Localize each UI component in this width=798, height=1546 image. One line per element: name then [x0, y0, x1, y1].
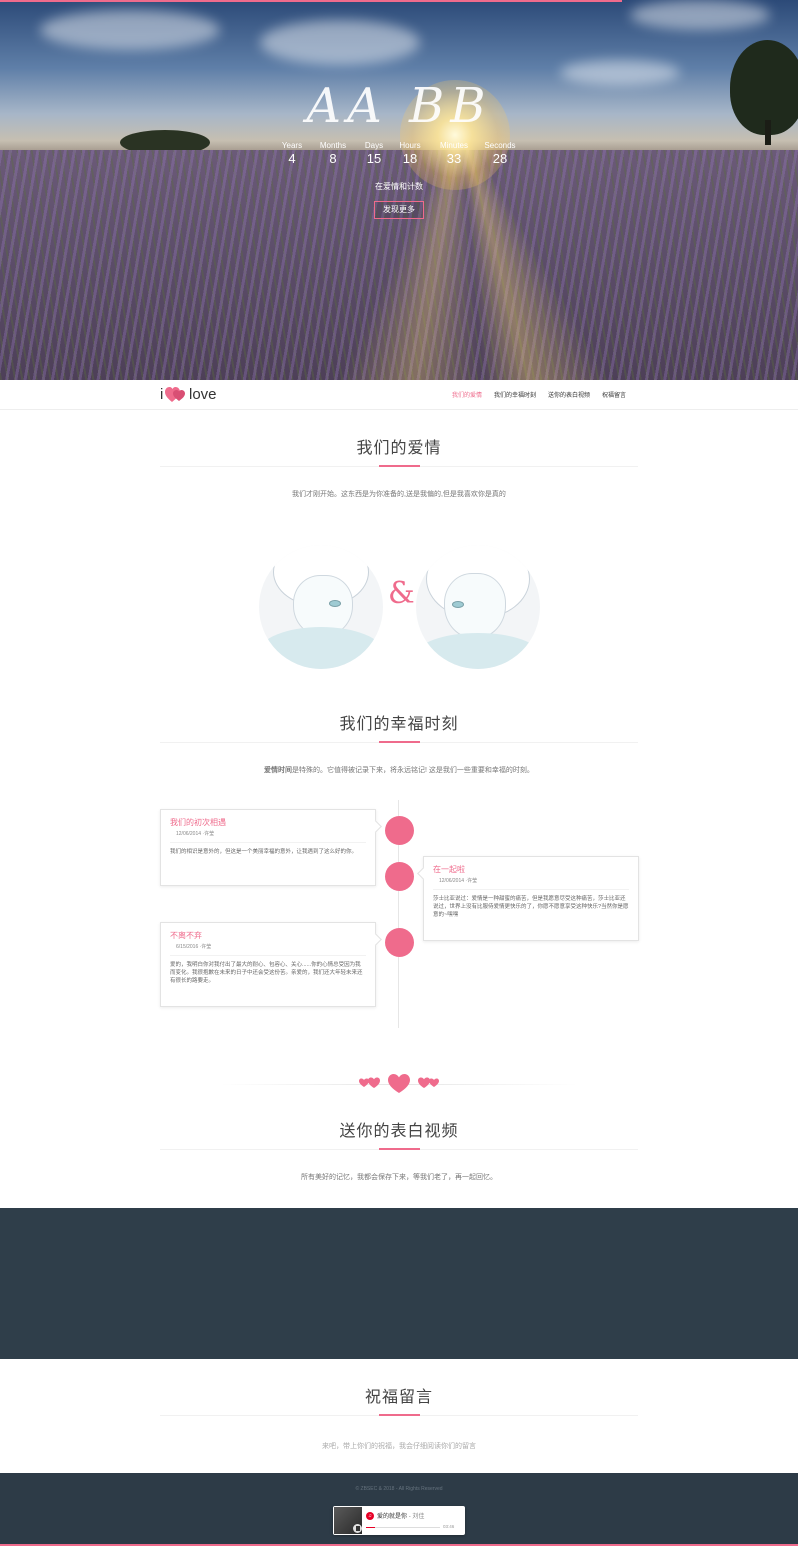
- nav-link-our-love[interactable]: 我们的爱情: [452, 391, 482, 401]
- couple-names: AA BB: [306, 78, 492, 134]
- cloud-shape: [40, 10, 220, 50]
- section-subtitle-love: 我们才刚开始。这东西是为你准备的,送是我偏的,但是我喜欢你是真的: [292, 491, 506, 498]
- timeline-card-meta: 6/15/2016 ·许莹: [176, 944, 212, 950]
- countdown-seconds: Seconds 28: [476, 141, 524, 167]
- timer-caption: 在爱情和计数: [375, 182, 423, 191]
- song-info: 爱的就是你 - 刘佳: [377, 1511, 424, 1520]
- title-accent: [379, 465, 420, 467]
- countdown-value: 33: [446, 151, 462, 166]
- countdown-label: Seconds: [484, 141, 516, 150]
- timeline-card-meta: 12/06/2014 ·许莹: [439, 878, 478, 884]
- countdown-label: Minutes: [439, 141, 468, 150]
- eye-shape: [452, 601, 464, 608]
- countdown-value: 18: [402, 151, 418, 166]
- section-title-love: 我们的爱情: [356, 438, 442, 457]
- pause-icon[interactable]: [353, 1524, 362, 1533]
- countdown-label: Hours: [399, 141, 421, 150]
- timeline-dot: [385, 862, 414, 891]
- timeline-card-title: 不离不弃: [170, 931, 202, 940]
- ampersand-symbol: &: [388, 576, 415, 611]
- timeline-card-title: 在一起啦: [433, 865, 465, 874]
- cloud-shape: [260, 20, 420, 65]
- copyright-text: © ZBSEC & 2018 - All Rights Reserved: [355, 1486, 443, 1492]
- timeline-dot: [385, 816, 414, 845]
- progress-fill: [366, 1527, 375, 1528]
- timeline-card-text: 莎士比亚说过：爱情是一种甜蜜的痛苦，但是我愿意尽受这种痛苦，莎士比亚还说过，世界…: [433, 896, 629, 918]
- section-title-moments: 我们的幸福时刻: [339, 714, 459, 733]
- cloud-shape: [630, 0, 770, 30]
- girl-avatar: [416, 545, 540, 669]
- progress-track[interactable]: [366, 1527, 440, 1528]
- discover-more-button[interactable]: 发现更多: [374, 201, 424, 219]
- heart-icon: [165, 387, 185, 402]
- timeline-card-text: 爱的，我明白你对我付出了最大的耐心、包容心、关心......你的心情总受因为我而…: [170, 962, 363, 984]
- song-artist: - 刘佳: [408, 1514, 425, 1520]
- logo-i-text: i: [160, 386, 164, 403]
- card-divider: [170, 842, 366, 843]
- card-divider: [170, 955, 366, 956]
- timeline-card-text: 我们的相识是意外的，但这是一个美丽幸福的意外，让我遇到了这么好的你。: [170, 849, 358, 855]
- boy-avatar: [259, 545, 383, 669]
- section-title-wishes: 祝福留言: [364, 1387, 433, 1406]
- nav-link-wishes[interactable]: 祝福留言: [602, 391, 626, 401]
- section-title-video: 送你的表白视频: [339, 1121, 459, 1140]
- timeline-dot: [385, 928, 414, 957]
- section-subtitle-moments: 爱情时间是特殊的。它值得被记录下来，将永远铭记! 这是我们一些重要和幸福的时刻。: [0, 765, 798, 775]
- card-divider: [433, 889, 629, 890]
- timeline-card-never-leave: 不离不弃 6/15/2016 ·许莹 爱的，我明白你对我付出了最大的耐心、包容心…: [160, 922, 376, 1007]
- video-player-area[interactable]: [0, 1208, 798, 1359]
- title-accent: [379, 741, 420, 743]
- hearts-icon: [359, 1074, 439, 1093]
- subtitle-strong: 爱情时间: [264, 767, 293, 774]
- section-subtitle-wishes: 来吧，带上你们的祝福，我会仔细阅读你们的留言: [322, 1443, 476, 1450]
- logo-love-text: love: [189, 386, 217, 403]
- music-logo-icon: ♫: [366, 1512, 374, 1520]
- timeline-card-first-meet: 我们的初次相遇 12/06/2014 ·许莹 我们的相识是意外的，但这是一个美丽…: [160, 809, 376, 886]
- title-accent: [379, 1148, 420, 1150]
- timeline-card-meta: 12/06/2014 ·许莹: [176, 831, 215, 837]
- countdown-value: 28: [492, 151, 508, 166]
- countdown-minutes: Minutes 33: [430, 141, 478, 167]
- nav-link-happy-moments[interactable]: 我们的幸福时刻: [494, 391, 536, 401]
- timeline-card-title: 我们的初次相遇: [170, 818, 226, 827]
- nav-link-video[interactable]: 送你的表白视频: [548, 391, 590, 401]
- countdown-hours: Hours 18: [386, 141, 434, 167]
- song-title: 爱的就是你: [377, 1514, 408, 1520]
- scroll-progress-bar: [0, 0, 623, 2]
- music-player[interactable]: ♫ 爱的就是你 - 刘佳 03:46: [333, 1506, 465, 1535]
- section-subtitle-video: 所有美好的记忆，我都会保存下来，等我们老了，再一起回忆。: [301, 1174, 497, 1181]
- countdown-timer: Years 4 Months 8 Days 15 Hours 18 Minute…: [268, 141, 530, 169]
- clothes-shape: [416, 633, 540, 669]
- title-accent: [379, 1414, 420, 1416]
- song-time: 03:46: [443, 1524, 455, 1529]
- eye-shape: [329, 600, 341, 607]
- subtitle-text: 是特殊的。它值得被记录下来，将永远铭记! 这是我们一些重要和幸福的时刻。: [292, 767, 534, 774]
- navbar: [0, 380, 798, 410]
- clothes-shape: [259, 627, 383, 669]
- timeline-card-together: 在一起啦 12/06/2014 ·许莹 莎士比亚说过：爱情是一种甜蜜的痛苦，但是…: [423, 856, 639, 941]
